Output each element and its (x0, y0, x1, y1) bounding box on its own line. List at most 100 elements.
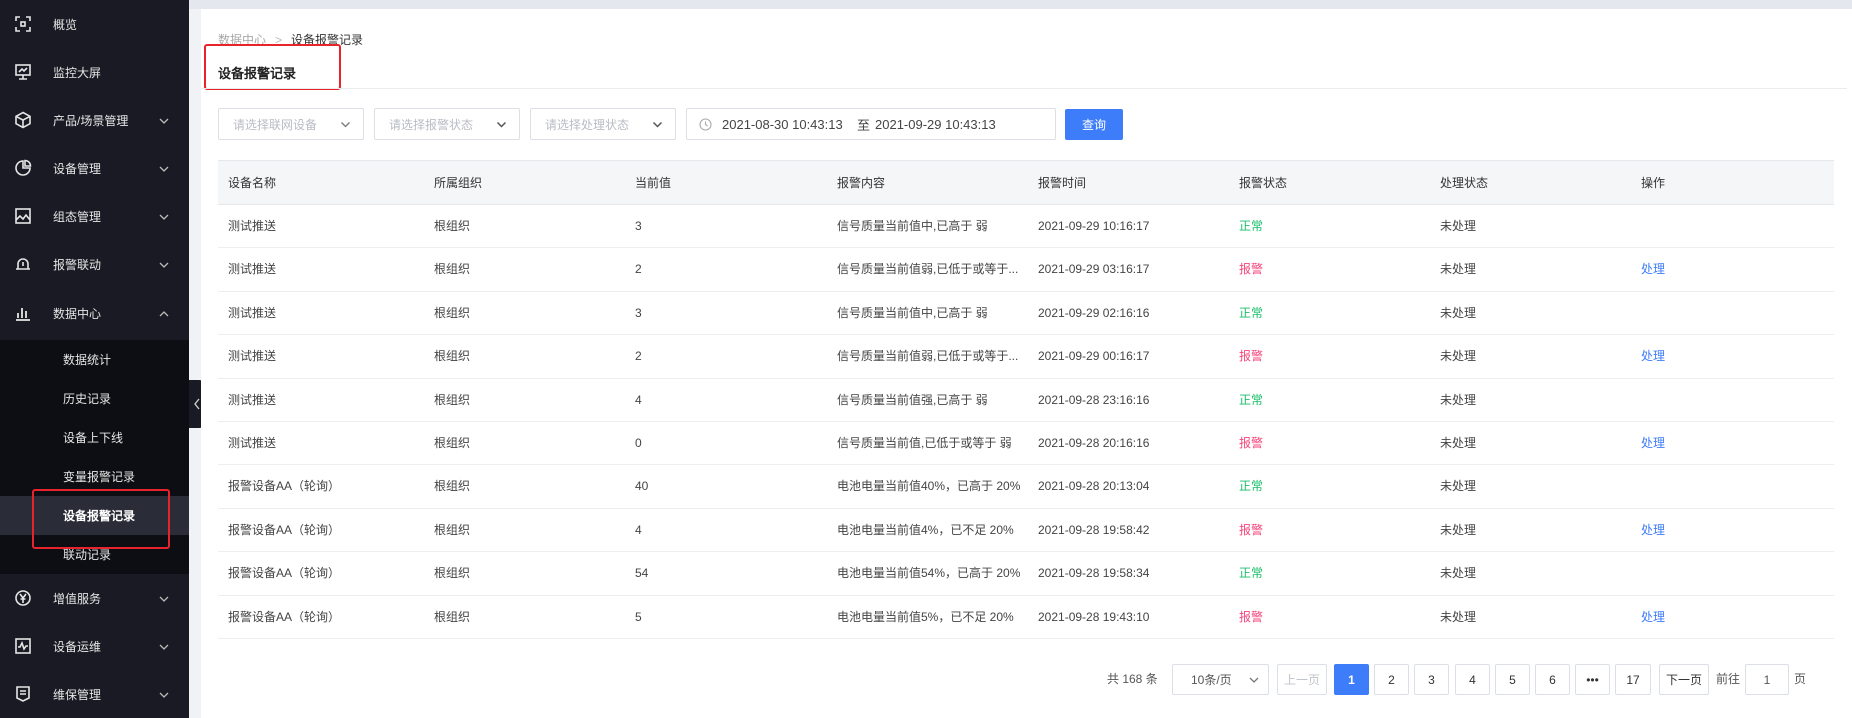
nav-item-product-scene[interactable]: 产品/场景管理 (0, 96, 189, 144)
cell-handle-status: 未处理 (1440, 305, 1477, 320)
nav-item-overview[interactable]: 概览 (0, 0, 189, 48)
cell-alarm-time: 2021-09-28 20:13:04 (1038, 479, 1150, 494)
cell-handle-status: 未处理 (1440, 219, 1477, 233)
cell-alarm-time: 2021-09-29 02:16:16 (1038, 305, 1150, 320)
nav-item-maintenance[interactable]: 维保管理 (0, 670, 189, 718)
cell-device-name: 测试推送 (228, 392, 277, 407)
nav-label: 增值服务 (53, 591, 102, 606)
cell-organization: 根组织 (434, 392, 471, 407)
nav-item-device-operations[interactable]: 设备运维 (0, 622, 189, 670)
cell-alarm-status: 正常 (1239, 479, 1264, 494)
nav-label: 报警联动 (53, 257, 102, 272)
handle-link[interactable]: 处理 (1641, 335, 1665, 378)
device-select[interactable]: 请选择联网设备 (218, 108, 364, 140)
goto-page-input[interactable]: 1 (1745, 664, 1789, 695)
cell-device-name: 测试推送 (228, 349, 277, 364)
cell-device-name: 测试推送 (228, 305, 277, 320)
page-button-2[interactable]: 2 (1374, 664, 1409, 695)
submenu-label: 历史记录 (63, 392, 112, 406)
handle-state-select[interactable]: 请选择处理状态 (530, 108, 676, 140)
chevron-down-icon (159, 259, 169, 269)
cell-current-value: 3 (635, 305, 642, 320)
cell-handle-status: 未处理 (1440, 435, 1477, 450)
bar-chart-icon (14, 304, 32, 322)
breadcrumb-separator-icon: > (275, 32, 283, 47)
handle-link[interactable]: 处理 (1641, 422, 1665, 465)
cell-alarm-time: 2021-09-28 20:16:16 (1038, 435, 1150, 450)
submenu-item-data-statistics[interactable]: 数据统计 (0, 340, 189, 379)
page-button-17[interactable]: 17 (1615, 664, 1651, 695)
page-button-3[interactable]: 3 (1414, 664, 1449, 695)
table-row: 测试推送 根组织 0 信号质量当前值,已低于或等于 弱 2021-09-28 20:16… (218, 422, 1834, 466)
table-row: 测试推送 根组织 2 信号质量当前值弱,已低于或等于... 2021-09-29 00:… (218, 335, 1834, 379)
cell-handle-status: 未处理 (1440, 609, 1477, 624)
submenu-label: 数据统计 (63, 353, 112, 367)
nav-item-alarm-linkage[interactable]: 报警联动 (0, 240, 189, 288)
page-button-6[interactable]: 6 (1535, 664, 1570, 695)
cell-alarm-content: 信号质量当前值强,已高于 弱 (837, 392, 988, 407)
date-start[interactable]: 2021-08-30 10:43:13 (722, 117, 843, 132)
cell-alarm-status: 正常 (1239, 566, 1264, 581)
nav-label: 监控大屏 (53, 65, 102, 80)
more-pages-button[interactable]: ••• (1575, 664, 1610, 695)
cell-alarm-content: 信号质量当前值中,已高于 弱 (837, 305, 988, 320)
nav-item-monitor-screen[interactable]: 监控大屏 (0, 48, 189, 96)
query-button[interactable]: 查询 (1065, 109, 1123, 140)
cell-alarm-status: 正常 (1239, 219, 1264, 233)
submenu-item-linkage-records[interactable]: 联动记录 (0, 535, 189, 574)
cell-alarm-content: 电池电量当前值40%，已高于 20% (837, 479, 1021, 494)
breadcrumb: 数据中心 > 设备报警记录 (218, 31, 363, 48)
cell-handle-status: 未处理 (1440, 349, 1477, 364)
table-row: 报警设备AA（轮询） 根组织 5 电池电量当前值5%，已不足 20% 2021-09-2… (218, 596, 1834, 639)
cell-device-name: 报警设备AA（轮询） (228, 609, 341, 624)
submenu-item-variable-alarm-records[interactable]: 变量报警记录 (0, 457, 189, 496)
table-row: 报警设备AA（轮询） 根组织 4 电池电量当前值4%，已不足 20% 2021-09-2… (218, 509, 1834, 553)
title-divider (201, 88, 1852, 89)
nav-item-device-management[interactable]: 设备管理 (0, 144, 189, 192)
nav-item-value-added-services[interactable]: 增值服务 (0, 574, 189, 622)
page-button-5[interactable]: 5 (1495, 664, 1530, 695)
date-range-picker[interactable]: 2021-08-30 10:43:13 至 2021-09-29 10:43:1… (686, 108, 1056, 140)
page-button-1[interactable]: 1 (1334, 664, 1369, 695)
alarm-state-select[interactable]: 请选择报警状态 (374, 108, 520, 140)
nav-label: 设备运维 (53, 639, 102, 654)
breadcrumb-parent[interactable]: 数据中心 (218, 31, 266, 48)
submenu-item-device-alarm-records[interactable]: 设备报警记录 (0, 496, 189, 535)
next-page-button[interactable]: 下一页 (1659, 664, 1709, 695)
monitor-screen-icon (14, 63, 32, 81)
cell-current-value: 54 (635, 566, 649, 581)
nav-item-configuration[interactable]: 组态管理 (0, 192, 189, 240)
top-bar (189, 0, 1852, 9)
handle-link[interactable]: 处理 (1641, 596, 1665, 639)
chevron-down-icon (652, 121, 663, 128)
date-end[interactable]: 2021-09-29 10:43:13 (875, 117, 996, 132)
cell-device-name: 报警设备AA（轮询） (228, 566, 341, 581)
table-row: 测试推送 根组织 3 信号质量当前值中,已高于 弱 2021-09-29 02:16:1… (218, 292, 1834, 336)
page-title: 设备报警记录 (218, 66, 297, 81)
submenu-label: 设备上下线 (63, 431, 124, 445)
cell-current-value: 4 (635, 522, 642, 537)
cell-device-name: 测试推送 (228, 262, 277, 277)
nav-label: 维保管理 (53, 687, 102, 702)
cell-current-value: 5 (635, 609, 642, 624)
sidebar: 概览 监控大屏 产品/场景管理 设备管理 组态管理 报警联动 数据中心 数据统计… (0, 0, 189, 718)
page-size-select[interactable]: 10条/页 (1172, 664, 1269, 695)
page-button-4[interactable]: 4 (1455, 664, 1490, 695)
submenu-item-device-online-offline[interactable]: 设备上下线 (0, 418, 189, 457)
cell-current-value: 2 (635, 262, 642, 277)
prev-page-button[interactable]: 上一页 (1277, 664, 1327, 695)
submenu-item-history[interactable]: 历史记录 (0, 379, 189, 418)
cell-handle-status: 未处理 (1440, 392, 1477, 407)
handle-link[interactable]: 处理 (1641, 509, 1665, 552)
page-scrollbar[interactable] (1847, 9, 1852, 718)
handle-link[interactable]: 处理 (1641, 248, 1665, 291)
chevron-down-icon (159, 689, 169, 699)
nav-item-data-center[interactable]: 数据中心 (0, 289, 189, 337)
submenu-label: 变量报警记录 (63, 470, 136, 484)
cell-handle-status: 未处理 (1440, 566, 1477, 581)
cell-current-value: 40 (635, 479, 649, 494)
cell-organization: 根组织 (434, 262, 471, 277)
table-row: 报警设备AA（轮询） 根组织 40 电池电量当前值40%，已高于 20% 2021-09… (218, 465, 1834, 509)
pie-chart-icon (14, 159, 32, 177)
document-icon (14, 685, 32, 703)
